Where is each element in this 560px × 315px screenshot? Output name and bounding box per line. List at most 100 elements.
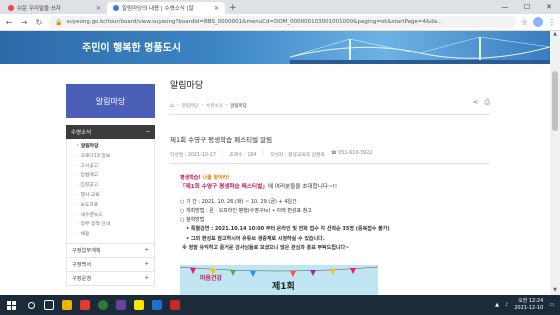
sidebar-item-policy[interactable]: 정부 정책 안내 <box>67 220 154 230</box>
sidebar-group-plan[interactable]: 구정업무계획 + <box>66 243 155 258</box>
sidebar-group-whitepaper[interactable]: 구정백서 + <box>66 257 155 272</box>
breadcrumb: ⌂ › 알림마당 › 수영소식 › 알림마당 <box>170 102 247 109</box>
app-icon[interactable] <box>76 295 94 315</box>
breadcrumb-item[interactable]: 알림마당 <box>182 103 199 109</box>
banner-slogan: 주민이 행복한 명품도시 <box>82 43 181 54</box>
volume-icon[interactable]: ♪ <box>505 302 508 308</box>
bookmark-star-icon[interactable]: ☆ <box>521 18 528 27</box>
expand-icon[interactable]: + <box>145 261 149 267</box>
reload-icon[interactable]: ↻ <box>34 18 44 27</box>
invite-text: 에 여러분들을 초대합니다~!! <box>267 184 338 191</box>
post-phone: ☎ 051-610-3922 <box>330 151 373 156</box>
address-bar[interactable]: 🔒 suyeong.go.kr/tour/board/view.suyeong?… <box>49 16 516 28</box>
divider <box>170 163 490 164</box>
minimize-icon[interactable]: — <box>494 0 516 14</box>
clock[interactable]: 오전 12:24 2021-12-10 <box>514 298 543 312</box>
browser-toolbar: ← → ↻ 🔒 suyeong.go.kr/tour/board/view.su… <box>0 14 560 31</box>
post-title: 제1회 수영구 평생학습 페스티벌 알림 <box>170 136 273 144</box>
window-controls: — ☐ ✕ <box>494 0 560 14</box>
festival-poster-image: 마음건강 제1회 <box>180 265 378 297</box>
site-banner: 주민이 행복한 명품도시 <box>0 31 550 64</box>
collapse-icon[interactable]: − <box>145 129 150 135</box>
print-icon[interactable]: ⎙ <box>484 98 490 107</box>
scrollbar-thumb[interactable] <box>552 71 558 131</box>
page-title: 알림마당 <box>170 81 204 91</box>
sidebar-item-announcements[interactable]: 고시공고 <box>67 162 154 172</box>
chrome-icon[interactable] <box>94 295 112 315</box>
bridge-illustration <box>290 36 550 64</box>
system-tray: ▲ ♪ 오전 12:24 2021-12-10 ▭ <box>495 295 554 315</box>
sidebar-item-covid[interactable]: 코로나19 정보 <box>67 152 154 162</box>
sidebar-item-press[interactable]: 보도자료 <box>67 201 154 211</box>
browser-tab-active[interactable]: 알림마당의 내용 | 수영소식 (알 ✕ <box>107 2 225 14</box>
scroll-down-icon[interactable]: ▼ <box>550 287 560 295</box>
breadcrumb-current: 알림마당 <box>230 103 247 109</box>
sidebar-hero-title: 알림마당 <box>66 84 155 118</box>
sidebar-menu: 수영소식 − 알림마당 코로나19 정보 고시공고 입법예고 입찰공고 행사·교… <box>66 125 155 286</box>
back-icon[interactable]: ← <box>4 18 14 27</box>
network-icon[interactable]: ▲ <box>495 302 499 308</box>
body-note: ※ 정말 유익하고 즐거운 강사님들로 모셨으니 많은 관심과 홍보 부탁드립니… <box>182 245 350 252</box>
maximize-icon[interactable]: ☐ <box>516 0 538 14</box>
home-icon[interactable]: ⌂ <box>170 102 174 109</box>
lock-icon: 🔒 <box>55 18 63 26</box>
file-explorer-icon[interactable] <box>58 295 76 315</box>
app-icon[interactable] <box>166 295 184 315</box>
post-views: 조회수 : 164 <box>229 153 257 158</box>
close-icon[interactable]: ✕ <box>214 5 219 12</box>
body-period: ○ 기 간 : 2021. 10. 26.(화) ~ 10. 29.(금) + … <box>180 198 297 205</box>
browser-tab[interactable]: 쉬운 우리말을 쓰자 ✕ <box>2 2 107 14</box>
forward-icon[interactable]: → <box>19 18 29 27</box>
sidebar-section-label: 수영소식 <box>71 130 92 136</box>
tab-label: 쉬운 우리말을 쓰자 <box>17 6 61 12</box>
site-favicon-icon <box>8 5 14 11</box>
kakaotalk-icon[interactable] <box>130 295 148 315</box>
new-tab-button[interactable]: + <box>225 2 241 14</box>
poster-heading: 제1회 <box>272 282 295 292</box>
festival-name: 「제1회 수영구 평생학습 페스티벌」 <box>180 184 268 191</box>
breadcrumb-item[interactable]: 수영소식 <box>206 103 223 109</box>
app-icon[interactable] <box>148 295 166 315</box>
post-date: 작성일 : 2021-10-17 <box>170 153 216 158</box>
expand-icon[interactable]: + <box>145 275 149 281</box>
sidebar-list: 알림마당 코로나19 정보 고시공고 입법예고 입찰공고 행사·교육 보도자료 … <box>66 139 155 244</box>
divider <box>170 114 490 115</box>
site-favicon-icon <box>113 5 119 11</box>
body-headline: 평생학습! 나를 찾아라! <box>180 174 480 183</box>
sidebar-item-bids[interactable]: 입찰공고 <box>67 181 154 191</box>
sidebar-section-header[interactable]: 수영소식 − <box>66 125 155 139</box>
body-item: • 그외 편성표 참고하시어 유튜브 생중계로 시청하실 수 있습니다. <box>186 235 325 242</box>
scroll-up-icon[interactable]: ▲ <box>550 31 560 39</box>
windows-taskbar: ▲ ♪ 오전 12:24 2021-12-10 ▭ <box>0 295 560 315</box>
app-icon[interactable] <box>112 295 130 315</box>
sidebar-group-label: 구정운영 <box>72 275 92 282</box>
poster-badge: 마음건강 <box>200 275 223 282</box>
close-window-icon[interactable]: ✕ <box>538 0 560 14</box>
sidebar-item-events[interactable]: 행사·교육 <box>67 191 154 201</box>
body-participation: ○ 참여방법 <box>180 217 205 224</box>
sidebar-item-news[interactable]: 새수영뉴스 <box>67 211 154 221</box>
share-icon[interactable]: ⋖ <box>473 98 479 107</box>
browser-menu-icon[interactable]: ⋮ <box>548 18 556 27</box>
sidebar-group-operation[interactable]: 구정운영 + <box>66 271 155 286</box>
post-body: 평생학습! 나를 찾아라! 「제1회 수영구 평생학습 페스티벌」에 여러분들을… <box>180 174 480 253</box>
windows-start-icon[interactable] <box>0 295 22 315</box>
body-item: • 특별강연 : 2021.10.14 10:00 부터 온라인 및 전화 접수… <box>186 226 390 233</box>
close-icon[interactable]: ✕ <box>96 5 101 12</box>
headline-part: 평생학습! <box>180 175 203 181</box>
sidebar-group-label: 구정업무계획 <box>72 247 101 254</box>
sidebar-item-notice[interactable]: 알림마당 <box>67 142 154 152</box>
sidebar-item-jobs[interactable]: 채용 <box>67 230 154 240</box>
body-invite: 「제1회 수영구 평생학습 페스티벌」에 여러분들을 초대합니다~!! <box>180 183 480 192</box>
clock-date: 2021-12-10 <box>514 305 544 311</box>
page-scrollbar[interactable]: ▲ ▼ <box>550 31 560 295</box>
body-method: ○ 개최방법 : 온 · 오프라인 병행(수영구tv) • 아래 편성표 참고 <box>180 207 312 214</box>
profile-avatar[interactable] <box>533 17 543 27</box>
expand-icon[interactable]: + <box>145 247 149 253</box>
search-icon[interactable] <box>22 295 40 315</box>
sidebar-item-legislation[interactable]: 입법예고 <box>67 171 154 181</box>
tab-label: 알림마당의 내용 | 수영소식 (알 <box>122 6 194 12</box>
task-view-icon[interactable] <box>40 295 58 315</box>
notification-icon[interactable]: ▭ <box>549 302 554 308</box>
page-actions: ⋖ ⎙ <box>473 98 490 107</box>
